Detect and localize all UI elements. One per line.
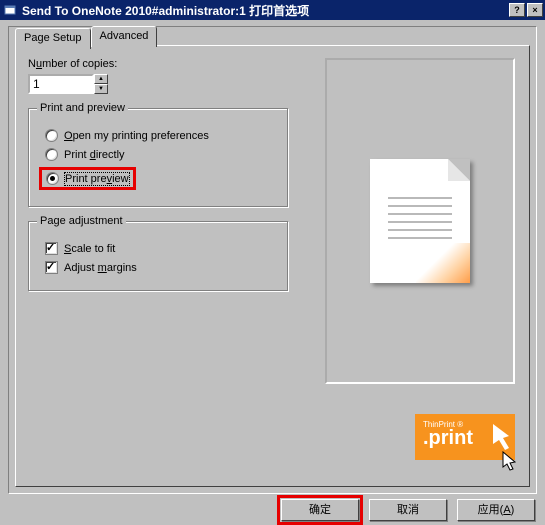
thinprint-badge: ThinPrint ® .print	[415, 414, 515, 460]
group-page-adj-legend: Page adjustment	[37, 215, 126, 227]
check-adjust-margins[interactable]	[45, 261, 58, 274]
titlebar: Send To OneNote 2010#administrator:1 打印首…	[0, 0, 545, 20]
preview-frame	[325, 58, 515, 384]
group-print-and-preview: Print and preview Open my printing prefe…	[28, 108, 288, 207]
check-margins-row[interactable]: Adjust margins	[45, 261, 277, 274]
radio-print-preview-label: Print preview	[65, 173, 129, 185]
radio-print-directly[interactable]	[45, 148, 58, 161]
check-scale-to-fit[interactable]	[45, 242, 58, 255]
check-margins-label: Adjust margins	[64, 262, 137, 274]
preview-document-icon	[370, 159, 470, 283]
cursor-icon	[501, 450, 519, 477]
tab-panel-advanced: Number of copies: ▲ ▼ Print and preview …	[15, 45, 530, 487]
close-button[interactable]: ×	[527, 3, 543, 17]
copies-spin-up[interactable]: ▲	[94, 74, 108, 84]
check-scale-label: Scale to fit	[64, 243, 115, 255]
copies-label: Number of copies:	[28, 58, 318, 70]
dialog-body: Page Setup Advanced Number of copies: ▲ …	[0, 20, 545, 525]
client-area: Page Setup Advanced Number of copies: ▲ …	[8, 26, 537, 494]
radio-print-preview-row[interactable]: Print preview	[39, 167, 277, 190]
radio-print-directly-label: Print directly	[64, 149, 125, 161]
group-print-legend: Print and preview	[37, 102, 128, 114]
radio-print-directly-row[interactable]: Print directly	[45, 148, 277, 161]
ok-button[interactable]: 确定	[281, 499, 359, 521]
copies-input[interactable]	[28, 74, 94, 94]
tab-advanced[interactable]: Advanced	[91, 26, 158, 47]
tab-page-setup[interactable]: Page Setup	[15, 28, 91, 49]
tabstrip: Page Setup Advanced	[15, 26, 157, 47]
group-page-adjustment: Page adjustment Scale to fit Adjust marg…	[28, 221, 288, 291]
copies-spin-down[interactable]: ▼	[94, 84, 108, 94]
check-scale-row[interactable]: Scale to fit	[45, 242, 277, 255]
radio-open-preferences[interactable]	[45, 129, 58, 142]
radio-open-preferences-label: Open my printing preferences	[64, 130, 209, 142]
cancel-button[interactable]: 取消	[369, 499, 447, 521]
app-icon	[2, 2, 18, 18]
radio-print-preview[interactable]	[46, 172, 59, 185]
dialog-buttons: 确定 取消 应用(A)	[0, 499, 545, 521]
window-title: Send To OneNote 2010#administrator:1 打印首…	[22, 2, 509, 19]
radio-open-preferences-row[interactable]: Open my printing preferences	[45, 129, 277, 142]
apply-button[interactable]: 应用(A)	[457, 499, 535, 521]
help-button[interactable]: ?	[509, 3, 525, 17]
